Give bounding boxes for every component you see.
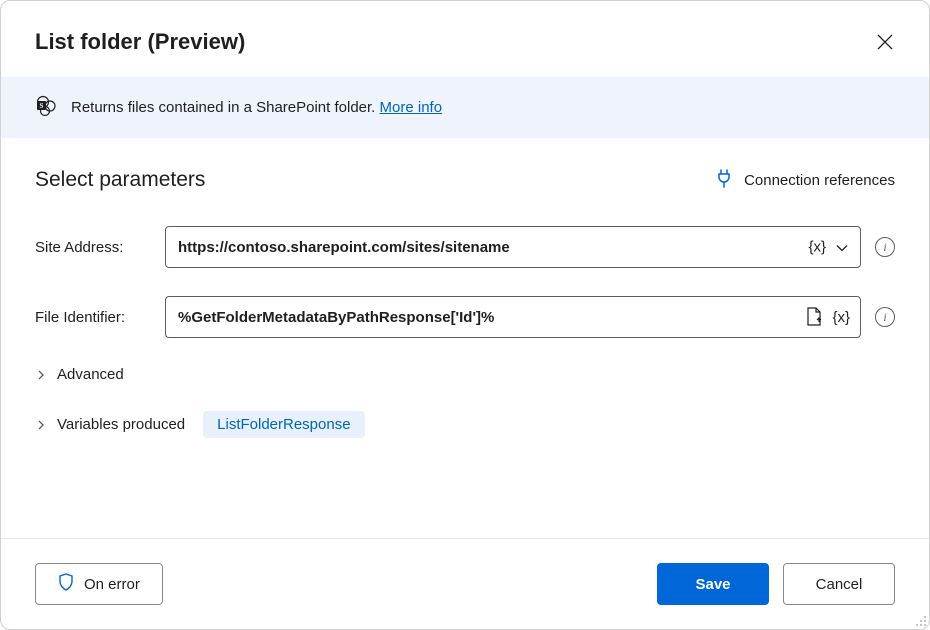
sharepoint-icon: S bbox=[35, 95, 57, 120]
advanced-expander[interactable]: Advanced bbox=[35, 366, 895, 383]
file-identifier-label: File Identifier: bbox=[35, 309, 165, 326]
site-address-input-icons: {x} bbox=[808, 239, 850, 256]
chevron-right-icon bbox=[35, 369, 47, 381]
file-identifier-input-wrap: %GetFolderMetadataByPathResponse['Id']% … bbox=[165, 296, 895, 338]
on-error-button[interactable]: On error bbox=[35, 563, 163, 605]
file-identifier-info-icon[interactable]: i bbox=[875, 307, 895, 327]
site-address-value: https://contoso.sharepoint.com/sites/sit… bbox=[178, 239, 510, 256]
info-bar: S Returns files contained in a SharePoin… bbox=[1, 77, 929, 138]
info-description-text: Returns files contained in a SharePoint … bbox=[71, 99, 380, 116]
cancel-button[interactable]: Cancel bbox=[783, 563, 895, 605]
variable-pill[interactable]: ListFolderResponse bbox=[203, 411, 364, 438]
variables-produced-label: Variables produced bbox=[57, 416, 185, 433]
save-button[interactable]: Save bbox=[657, 563, 769, 605]
more-info-link[interactable]: More info bbox=[380, 99, 443, 116]
file-identifier-input[interactable]: %GetFolderMetadataByPathResponse['Id']% … bbox=[165, 296, 861, 338]
file-identifier-row: File Identifier: %GetFolderMetadataByPat… bbox=[35, 296, 895, 338]
connection-references-link[interactable]: Connection references bbox=[716, 168, 895, 192]
plug-icon bbox=[716, 168, 732, 192]
variables-produced-expander[interactable]: Variables produced ListFolderResponse bbox=[35, 411, 895, 438]
dialog-footer: On error Save Cancel bbox=[1, 538, 929, 629]
site-address-input-wrap: https://contoso.sharepoint.com/sites/sit… bbox=[165, 226, 895, 268]
site-address-info-icon[interactable]: i bbox=[875, 237, 895, 257]
list-folder-dialog: List folder (Preview) S Returns files co… bbox=[0, 0, 930, 630]
resize-grip-icon[interactable] bbox=[913, 613, 927, 627]
select-parameters-title: Select parameters bbox=[35, 168, 205, 192]
dialog-header: List folder (Preview) bbox=[1, 1, 929, 77]
dialog-content: Select parameters Connection references … bbox=[1, 138, 929, 538]
file-picker-icon[interactable] bbox=[806, 307, 824, 327]
params-header-row: Select parameters Connection references bbox=[35, 168, 895, 192]
site-address-input[interactable]: https://contoso.sharepoint.com/sites/sit… bbox=[165, 226, 861, 268]
dropdown-chevron-icon[interactable] bbox=[834, 239, 850, 255]
footer-right: Save Cancel bbox=[657, 563, 895, 605]
dialog-title: List folder (Preview) bbox=[35, 29, 245, 55]
advanced-label: Advanced bbox=[57, 366, 124, 383]
site-address-label: Site Address: bbox=[35, 239, 165, 256]
close-icon bbox=[877, 34, 893, 50]
chevron-right-icon bbox=[35, 419, 47, 431]
close-button[interactable] bbox=[875, 32, 895, 52]
on-error-label: On error bbox=[84, 576, 140, 593]
connection-references-label: Connection references bbox=[744, 172, 895, 189]
site-address-row: Site Address: https://contoso.sharepoint… bbox=[35, 226, 895, 268]
file-identifier-value: %GetFolderMetadataByPathResponse['Id']% bbox=[178, 309, 494, 326]
variable-picker-icon[interactable]: {x} bbox=[832, 309, 850, 326]
shield-icon bbox=[58, 573, 74, 595]
variable-picker-icon[interactable]: {x} bbox=[808, 239, 826, 256]
info-description: Returns files contained in a SharePoint … bbox=[71, 99, 442, 116]
file-identifier-input-icons: {x} bbox=[806, 307, 850, 327]
svg-text:S: S bbox=[40, 102, 44, 110]
